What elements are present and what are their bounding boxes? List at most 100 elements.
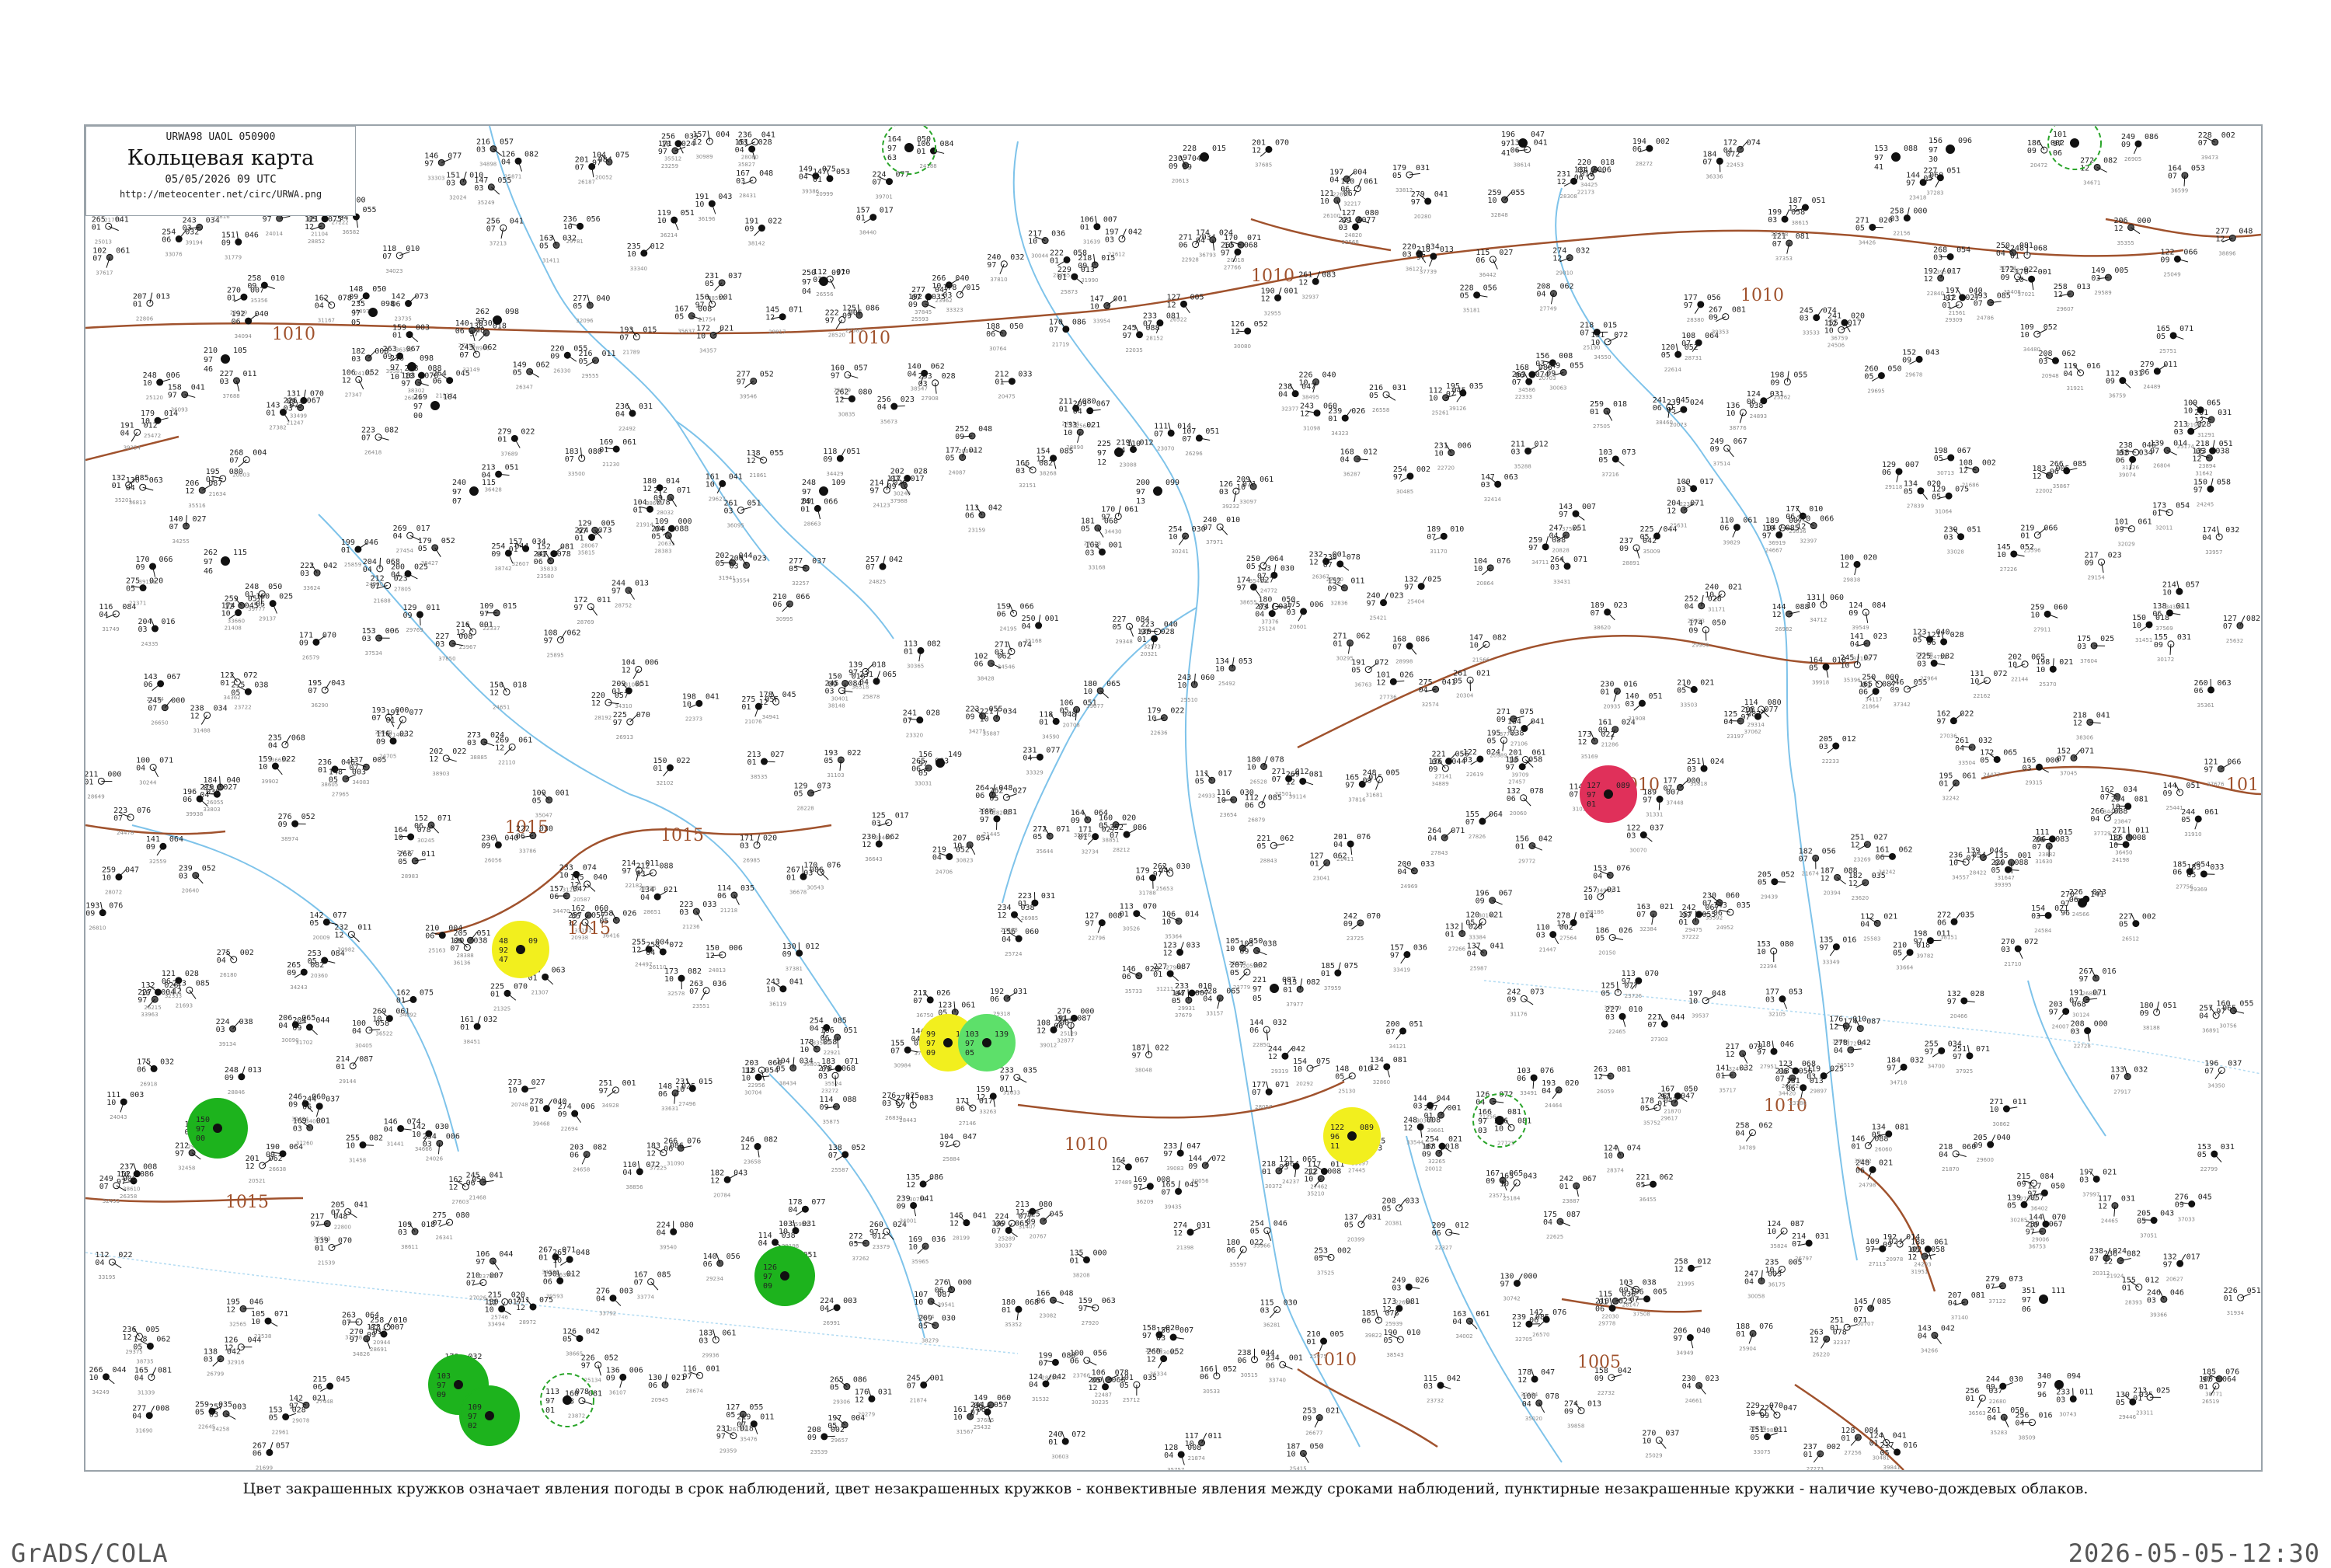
svg-text:29369: 29369 [2190, 887, 2207, 893]
station-glyph: 1610320138451 [460, 1016, 497, 1045]
station-dew: 03 [1478, 1127, 1487, 1135]
svg-text:07: 07 [689, 988, 699, 996]
station-temp: 97 [2053, 140, 2062, 148]
station-glyph: 1260521230080 [1231, 320, 1268, 350]
svg-text:05: 05 [1383, 1336, 1392, 1345]
svg-text:38208: 38208 [1072, 1272, 1089, 1278]
map-source-url[interactable]: http://meteocenter.net/circ/URWA.png [86, 189, 355, 200]
svg-text:071: 071 [274, 1310, 288, 1319]
svg-text:12: 12 [1309, 559, 1319, 567]
svg-text:07: 07 [1985, 1283, 1995, 1291]
station-plot[interactable]: 1099702 [460, 1386, 519, 1445]
svg-text:22002: 22002 [2035, 488, 2052, 494]
station-glyph: 1570369733419 [1390, 943, 1427, 973]
station-dot [2055, 1381, 2063, 1389]
station-glyph: 2240030426991 [820, 1297, 857, 1326]
svg-text:38142: 38142 [747, 241, 765, 247]
station-glyph: 2720350638151 [1937, 911, 1974, 940]
station-glyph: 1980211025370 [2036, 658, 2073, 688]
svg-text:031: 031 [802, 1220, 816, 1228]
map-frame[interactable]: 1010 1015 1015 1015 1010 1010 1010 1010 … [84, 124, 2263, 1472]
station-glyph: 1530801022394 [1757, 940, 1794, 970]
svg-text:97: 97 [1559, 510, 1568, 519]
svg-text:06: 06 [2116, 456, 2125, 465]
station-plot[interactable]: 1279701089 [1580, 766, 1636, 822]
svg-text:24798: 24798 [1859, 1182, 1876, 1188]
station-plot[interactable]: 2629746115 [204, 549, 247, 576]
station-plot[interactable]: 1229611089 [1324, 1108, 1380, 1164]
svg-text:01: 01 [460, 1023, 469, 1032]
station-plot[interactable]: 1039705139 [959, 1015, 1015, 1071]
svg-text:05: 05 [539, 242, 549, 251]
svg-text:10: 10 [1824, 326, 1834, 335]
station-glyph: 1930850724786 [1974, 291, 2011, 321]
svg-text:22465: 22465 [1608, 1029, 1625, 1035]
svg-text:38885: 38885 [470, 754, 487, 761]
station-glyph: 1820431220784 [710, 1169, 747, 1198]
svg-text:37216: 37216 [1601, 472, 1619, 478]
svg-text:37213: 37213 [490, 240, 507, 246]
svg-text:005: 005 [2114, 267, 2128, 275]
svg-text:39134: 39134 [219, 1041, 237, 1047]
station-tendency: 105 [233, 347, 247, 355]
station-plot[interactable]: 1569705149 [918, 751, 962, 778]
svg-text:020: 020 [1565, 1079, 1579, 1088]
station-glyph: 2210440727303 [1647, 1013, 1685, 1043]
svg-text:12: 12 [1829, 1023, 1838, 1031]
station-glyph: 2040160324335 [138, 618, 175, 647]
station-glyph: 1240741028374 [1604, 1145, 1641, 1174]
station-tendency: 098 [381, 300, 395, 308]
station-glyph: 1520710737045 [2057, 747, 2094, 776]
svg-text:37988: 37988 [890, 498, 908, 504]
station-plot[interactable]: 1569730096 [1929, 137, 1972, 164]
station-glyph: 1710700926579 [299, 631, 336, 660]
svg-text:053: 053 [1239, 657, 1253, 666]
station-glyph: 1690361035965 [908, 1235, 946, 1265]
svg-text:025: 025 [1427, 576, 1441, 584]
svg-text:054: 054 [1956, 246, 1970, 254]
station-glyph: 1620750134892 [396, 988, 434, 1018]
svg-text:03: 03 [1605, 1013, 1615, 1022]
station-tendency: 078 [575, 1388, 589, 1396]
station-plot[interactable]: 2289789015 [1183, 145, 1226, 172]
station-glyph: 2640710427843 [1427, 827, 1465, 856]
svg-text:047: 047 [1664, 1097, 1678, 1106]
station-dot [1519, 139, 1527, 147]
station-plot[interactable]: 3519706111 [2022, 1287, 2065, 1314]
svg-text:07: 07 [2168, 172, 2177, 181]
station-plot[interactable]: 1539741088 [1874, 145, 1918, 172]
svg-text:23259: 23259 [661, 163, 678, 169]
svg-text:041: 041 [920, 1194, 934, 1203]
svg-text:22720: 22720 [1437, 465, 1455, 472]
station-plot[interactable]: 2009713099 [1136, 479, 1179, 506]
svg-text:23726: 23726 [1625, 993, 1643, 999]
svg-text:12: 12 [643, 485, 652, 493]
svg-text:083: 083 [1322, 270, 1336, 279]
svg-text:30862: 30862 [1992, 1121, 2009, 1127]
station-plot[interactable]: 1509700 [188, 1099, 247, 1158]
svg-text:36175: 36175 [1768, 1281, 1785, 1288]
station-plot[interactable]: 1269709 [755, 1246, 814, 1305]
svg-text:39194: 39194 [186, 239, 204, 246]
svg-text:01: 01 [786, 873, 796, 882]
synoptic-map[interactable]: 1010 1015 1015 1015 1010 1010 1010 1010 … [85, 126, 2261, 1470]
station-plot[interactable]: 48924709 [493, 922, 549, 977]
svg-text:042: 042 [1447, 1375, 1461, 1383]
svg-text:04: 04 [788, 1206, 797, 1214]
station-glyph: 1080021221686 [1959, 459, 1996, 489]
station-dot [936, 759, 944, 767]
svg-text:071: 071 [159, 757, 173, 765]
svg-text:064: 064 [2222, 1375, 2236, 1384]
svg-text:051: 051 [846, 448, 860, 456]
map-datetime: 05/05/2026 09 UTC [86, 173, 355, 186]
station-glyph: 1190160431921 [2064, 362, 2101, 392]
svg-text:31331: 31331 [1646, 812, 1663, 818]
svg-text:30743: 30743 [2059, 1411, 2076, 1417]
svg-text:01: 01 [529, 1106, 538, 1114]
station-pressure: 216 [390, 354, 404, 363]
station-temp: 97 [1874, 154, 1883, 162]
station-dew: 07 [452, 497, 462, 506]
station-plot[interactable]: 2359705098 [351, 300, 395, 327]
svg-text:05: 05 [1913, 636, 1922, 645]
svg-text:22680: 22680 [1989, 1399, 2006, 1405]
